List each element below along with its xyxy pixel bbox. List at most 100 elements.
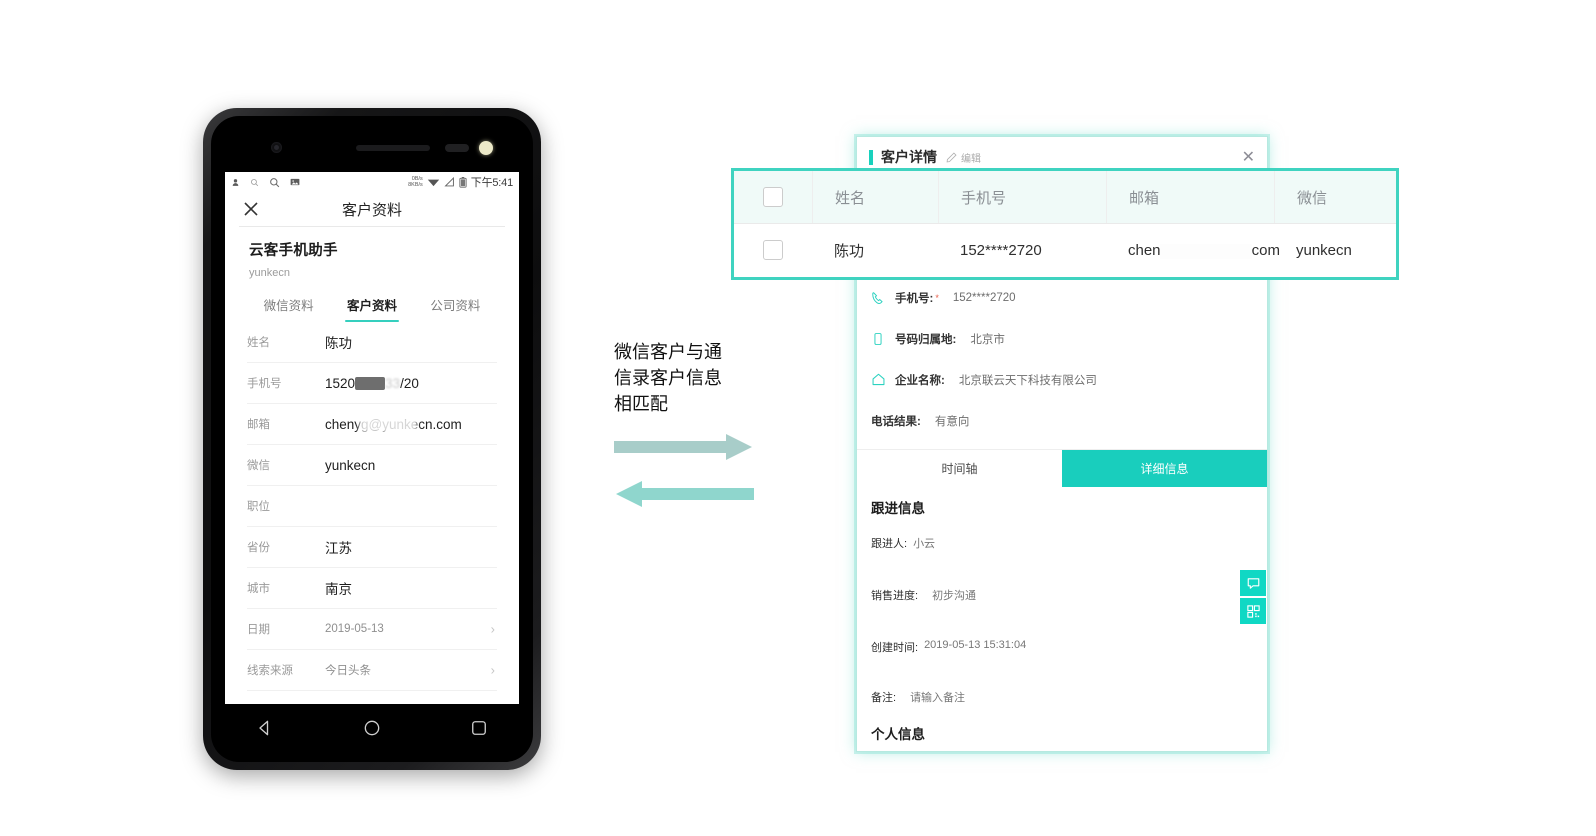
detail-row-phone: 手机号: * 152****2720 <box>857 277 1267 318</box>
field-value: chenyg@yunkecn.com <box>325 415 462 433</box>
column-header-wechat[interactable]: 微信 <box>1274 171 1396 223</box>
followup-row-created: 创建时间: 2019-05-13 15:31:04 <box>857 613 1267 665</box>
field-row-city[interactable]: 城市 南京 <box>247 568 497 609</box>
phone-suffix: /20 <box>400 375 419 391</box>
field-row-position[interactable]: 职位 <box>247 486 497 527</box>
annotation-line-1: 微信客户与通 <box>614 342 722 363</box>
status-time: 下午5:41 <box>470 177 513 189</box>
arrow-right-icon <box>614 434 752 460</box>
column-header-name[interactable]: 姓名 <box>812 171 938 223</box>
chevron-right-icon: › <box>490 621 495 637</box>
annotation-text: 微信客户与通 信录客户信息 相匹配 <box>614 340 804 418</box>
floating-widget-bar <box>1240 570 1266 626</box>
profile-tabs: 微信资料 客户资料 公司资料 <box>225 295 519 322</box>
detail-label: 企业名称: <box>895 374 945 387</box>
customer-table-overlay: 姓名 手机号 邮箱 微信 陈功 152****2720 chenyg@yunke… <box>731 168 1399 280</box>
annotation-line-2: 信录客户信息 <box>614 368 722 389</box>
panel-title: 客户详情 <box>881 149 937 165</box>
cell-wechat: yunkecn <box>1296 241 1352 259</box>
phone-icon <box>871 290 889 306</box>
field-label: 手机号 <box>247 378 282 390</box>
status-right-icons: 0B/s 8KB/s 下午5:41 <box>408 174 513 190</box>
annotation-arrows <box>614 432 804 514</box>
followup-row-remark[interactable]: 备注: 请输入备注 <box>857 665 1267 715</box>
home-icon[interactable] <box>362 718 382 738</box>
detail-row-phone-region: 号码归属地: 北京市 <box>857 318 1267 359</box>
tab-timeline[interactable]: 时间轴 <box>857 450 1062 487</box>
field-row-province[interactable]: 省份 江苏 <box>247 527 497 568</box>
row-select-cell <box>734 240 812 260</box>
cell-email: chenyg@yunkecn.com <box>1106 224 1280 276</box>
select-all-checkbox[interactable] <box>763 187 783 207</box>
field-row-lead-source[interactable]: 线索来源 今日头条 › <box>247 650 497 691</box>
screenshot-canvas: 0B/s 8KB/s 下午5:41 客户资料 云客手机助手 yunkecn 微信… <box>0 0 1596 836</box>
remark-placeholder: 请输入备注 <box>910 692 966 704</box>
back-icon[interactable] <box>255 718 275 738</box>
followup-value: 小云 <box>913 538 936 550</box>
email-blur-overlay <box>359 415 417 433</box>
signal-icon <box>444 177 454 187</box>
row-checkbox[interactable] <box>763 240 783 260</box>
field-label: 姓名 <box>247 337 270 349</box>
close-icon[interactable]: ✕ <box>1242 147 1255 167</box>
followup-value: 2019-05-13 15:31:04 <box>924 639 1027 651</box>
customer-form: 姓名 陈功 手机号 1520 33/20 邮箱 chenyg@yunkecn.co… <box>225 322 519 704</box>
field-value: 江苏 <box>325 541 352 556</box>
qr-code-icon[interactable] <box>1240 598 1266 624</box>
field-label: 日期 <box>247 624 270 636</box>
field-value: 今日头条 <box>325 665 371 677</box>
annotation-line-3: 相匹配 <box>614 394 668 415</box>
edit-button[interactable]: 编辑 <box>946 150 981 165</box>
field-row-phone[interactable]: 手机号 1520 33/20 <box>247 363 497 404</box>
search-icon <box>270 177 280 187</box>
tab-company-profile[interactable]: 公司资料 <box>414 295 497 322</box>
field-row-wechat[interactable]: 微信 yunkecn <box>247 445 497 486</box>
business-block: 云客手机助手 yunkecn <box>225 227 519 279</box>
table-header-row: 姓名 手机号 邮箱 微信 <box>734 171 1396 224</box>
earpiece-speaker <box>356 145 430 151</box>
followup-key: 创建时间: <box>871 642 919 654</box>
business-name: 云客手机助手 <box>249 243 338 259</box>
detail-value: 有意向 <box>934 415 970 428</box>
redaction-block <box>355 377 386 391</box>
field-row-email[interactable]: 邮箱 chenyg@yunkecn.com <box>247 404 497 445</box>
tab-customer-profile[interactable]: 客户资料 <box>330 295 413 322</box>
field-value: 1520 33/20 <box>325 376 419 391</box>
detail-value: 152****2720 <box>952 291 1016 304</box>
proximity-sensor-icon <box>445 144 469 152</box>
close-icon[interactable] <box>243 201 259 217</box>
field-label: 邮箱 <box>247 419 270 431</box>
column-header-phone[interactable]: 手机号 <box>938 171 1106 223</box>
recents-icon[interactable] <box>469 718 489 738</box>
phone-bezel: 0B/s 8KB/s 下午5:41 客户资料 云客手机助手 yunkecn 微信… <box>211 116 533 762</box>
chat-bubble-icon[interactable] <box>1240 570 1266 596</box>
cell-phone: 152****2720 <box>960 241 1042 259</box>
field-label: 线索来源 <box>247 665 293 677</box>
table-row[interactable]: 陈功 152****2720 chenyg@yunkecn.com yunkec… <box>734 224 1396 276</box>
email-text-wrapper: chenyg@yunkecn.com <box>1128 242 1280 259</box>
tab-detail-info[interactable]: 详细信息 <box>1062 450 1267 487</box>
email-redaction-mask <box>1160 243 1252 259</box>
front-camera-icon <box>271 142 282 153</box>
followup-key: 备注: <box>871 692 897 704</box>
edit-label: 编辑 <box>961 153 981 165</box>
android-nav-bar <box>211 702 533 754</box>
speed-down: 8KB/s <box>408 182 423 188</box>
field-row-name[interactable]: 姓名 陈功 <box>247 322 497 363</box>
field-label: 省份 <box>247 542 270 554</box>
detail-label: 电话结果: <box>871 415 921 428</box>
field-row-date[interactable]: 日期 2019-05-13 › <box>247 609 497 650</box>
notification-led <box>479 141 493 155</box>
battery-icon <box>459 176 467 188</box>
detail-value: 北京市 <box>970 333 1005 346</box>
user-icon <box>232 178 239 186</box>
column-header-email[interactable]: 邮箱 <box>1106 171 1274 223</box>
network-speed: 0B/s 8KB/s <box>408 176 423 188</box>
search-icon <box>251 178 259 186</box>
select-all-cell <box>734 187 812 207</box>
followup-section-title: 跟进信息 <box>871 501 925 516</box>
cell-name[interactable]: 陈功 <box>812 224 938 276</box>
detail-value: 北京联云天下科技有限公司 <box>958 374 1097 387</box>
tab-wechat-profile[interactable]: 微信资料 <box>247 295 330 322</box>
field-value: 2019-05-13 <box>325 623 384 635</box>
